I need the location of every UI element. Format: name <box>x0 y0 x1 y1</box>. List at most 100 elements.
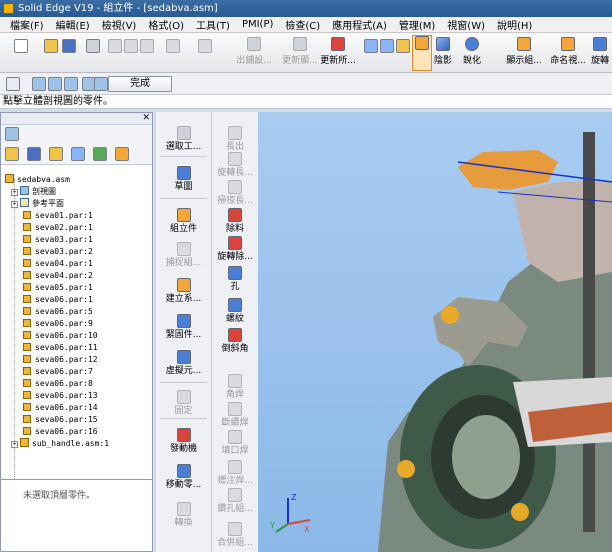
toolbar-button[interactable]: 更新顯... <box>280 37 320 66</box>
paste-icon[interactable] <box>140 39 154 53</box>
ref-plane-icon <box>20 198 29 207</box>
tree-part[interactable]: seva06.par:9 <box>23 318 93 330</box>
tree-item-ref-planes[interactable]: + 參考平面 <box>11 198 64 210</box>
section-extent-icon[interactable] <box>64 77 78 91</box>
done-button[interactable]: 完成 <box>108 76 172 92</box>
tree-part[interactable]: seva04.par:2 <box>23 270 93 282</box>
menu-inspect[interactable]: 檢查(C) <box>279 17 326 32</box>
tree-part[interactable]: seva06.par:8 <box>23 378 93 390</box>
tree-part[interactable]: seva06.par:5 <box>23 306 93 318</box>
groove-weld-button[interactable]: 填口焊 <box>212 430 258 457</box>
revolved-cutout-button[interactable]: 旋轉除... <box>212 236 258 263</box>
ground-button[interactable]: 固定 <box>156 390 211 417</box>
tree-part[interactable]: seva01.par:1 <box>23 210 93 222</box>
expand-icon[interactable]: + <box>11 201 18 208</box>
protrusion-button[interactable]: 長出 <box>212 126 258 153</box>
hole-button[interactable]: 孔 <box>212 266 258 293</box>
menu-tools[interactable]: 工具(T) <box>190 17 236 32</box>
select-tool-button[interactable]: 選取工... <box>156 126 211 153</box>
copy-icon[interactable] <box>124 39 138 53</box>
tree-part[interactable]: seva05.par:1 <box>23 282 93 294</box>
named-views-button[interactable]: 命名視... <box>548 37 588 66</box>
shading-button[interactable]: 陰影 <box>430 37 456 66</box>
fillet-weld-button[interactable]: 角焊 <box>212 374 258 401</box>
tree-part[interactable]: seva06.par:15 <box>23 414 98 426</box>
sharpen-button[interactable]: 銳化 <box>458 37 486 66</box>
tree-part[interactable]: seva06.par:11 <box>23 342 98 354</box>
menu-manage[interactable]: 管理(M) <box>393 17 441 32</box>
tree-part[interactable]: seva06.par:16 <box>23 426 98 438</box>
menu-view[interactable]: 檢視(V) <box>96 17 143 32</box>
expand-icon[interactable]: + <box>11 189 18 196</box>
parts-library-tab-icon[interactable] <box>5 147 19 161</box>
tree-part[interactable]: seva03.par:2 <box>23 246 93 258</box>
thread-button[interactable]: 螺紋 <box>212 298 258 325</box>
cube-view-icon[interactable] <box>396 39 410 53</box>
shaded-view-button[interactable] <box>412 35 432 71</box>
menu-edit[interactable]: 編輯(E) <box>50 17 96 32</box>
assemble-button[interactable]: 組立件 <box>156 208 211 235</box>
pathfinder-tab-icon[interactable] <box>5 127 19 141</box>
new-file-icon[interactable] <box>14 39 28 53</box>
open-folder-icon[interactable] <box>44 39 58 53</box>
tree-part[interactable]: seva04.par:1 <box>23 258 93 270</box>
cut-icon[interactable] <box>108 39 122 53</box>
sketch-button[interactable]: 草圖 <box>156 166 211 193</box>
tree-part[interactable]: seva06.par:10 <box>23 330 98 342</box>
tree-item-sub-assembly[interactable]: + sub_handle.asm:1 <box>11 438 109 450</box>
section-sketch-icon[interactable] <box>48 77 62 91</box>
revolved-protrusion-button[interactable]: 旋轉長... <box>212 152 258 179</box>
expand-icon[interactable]: + <box>11 441 18 448</box>
merge-assembly-button[interactable]: 合併組... <box>212 522 258 549</box>
move-part-button[interactable]: 移動零... <box>156 464 211 491</box>
tree-part[interactable]: seva06.par:12 <box>23 354 98 366</box>
capture-fit-button[interactable]: 捕捉組... <box>156 242 211 269</box>
section-plane-icon[interactable] <box>32 77 46 91</box>
redo-icon[interactable] <box>198 39 212 53</box>
menu-window[interactable]: 視窗(W) <box>441 17 491 32</box>
cutout-button[interactable]: 除料 <box>212 208 258 235</box>
intermittent-weld-button[interactable]: 斷續焊 <box>212 402 258 429</box>
menu-help[interactable]: 說明(H) <box>491 17 538 32</box>
label-weld-button[interactable]: 標注焊... <box>212 460 258 487</box>
undo-icon[interactable] <box>166 39 180 53</box>
save-icon[interactable] <box>62 39 76 53</box>
shaded-cube-icon <box>415 36 429 50</box>
tree-part[interactable]: seva03.par:1 <box>23 234 93 246</box>
drill-assembly-button[interactable]: 鑽孔組... <box>212 488 258 515</box>
menu-format[interactable]: 格式(O) <box>142 17 190 32</box>
motor-button[interactable]: 發動機 <box>156 428 211 455</box>
family-tab-icon[interactable] <box>93 147 107 161</box>
3d-viewport[interactable]: Z X Y <box>258 112 612 552</box>
tree-part[interactable]: seva02.par:1 <box>23 222 93 234</box>
virtual-component-button[interactable]: 虛擬元... <box>156 350 211 377</box>
chamfer-button[interactable]: 倒斜角 <box>212 328 258 355</box>
fastener-button[interactable]: 緊固件... <box>156 314 211 341</box>
create-system-button[interactable]: 建立系... <box>156 278 211 305</box>
menu-applications[interactable]: 應用程式(A) <box>326 17 393 32</box>
toolbar-button[interactable]: 出鋪設... <box>234 37 274 66</box>
tree-root[interactable]: sedabva.asm <box>5 174 70 186</box>
tree-part[interactable]: seva06.par:1 <box>23 294 93 306</box>
rotate-button[interactable]: 旋轉 <box>588 37 612 66</box>
tree-part[interactable]: seva06.par:7 <box>23 366 93 378</box>
cube-view-icon[interactable] <box>380 39 394 53</box>
help-tab-icon[interactable] <box>115 147 129 161</box>
update-all-button[interactable]: 更新所... <box>318 37 358 66</box>
options-icon[interactable] <box>6 77 20 91</box>
section-preview-icon[interactable] <box>94 77 108 91</box>
menu-file[interactable]: 檔案(F) <box>4 17 50 32</box>
menu-pmi[interactable]: PMI(P) <box>236 19 279 30</box>
tree-item-section-view[interactable]: + 剖視圖 <box>11 186 56 198</box>
sensors-tab-icon[interactable] <box>71 147 85 161</box>
layers-tab-icon[interactable] <box>27 147 41 161</box>
show-components-button[interactable]: 顯示組... <box>504 37 544 66</box>
feature-library-tab-icon[interactable] <box>49 147 63 161</box>
swept-protrusion-button[interactable]: 掃掠長... <box>212 180 258 207</box>
close-icon[interactable]: ✕ <box>142 113 150 124</box>
transfer-button[interactable]: 轉換 <box>156 502 211 529</box>
cube-view-icon[interactable] <box>364 39 378 53</box>
tree-part[interactable]: seva06.par:13 <box>23 390 98 402</box>
tree-part[interactable]: seva06.par:14 <box>23 402 98 414</box>
print-icon[interactable] <box>86 39 100 53</box>
